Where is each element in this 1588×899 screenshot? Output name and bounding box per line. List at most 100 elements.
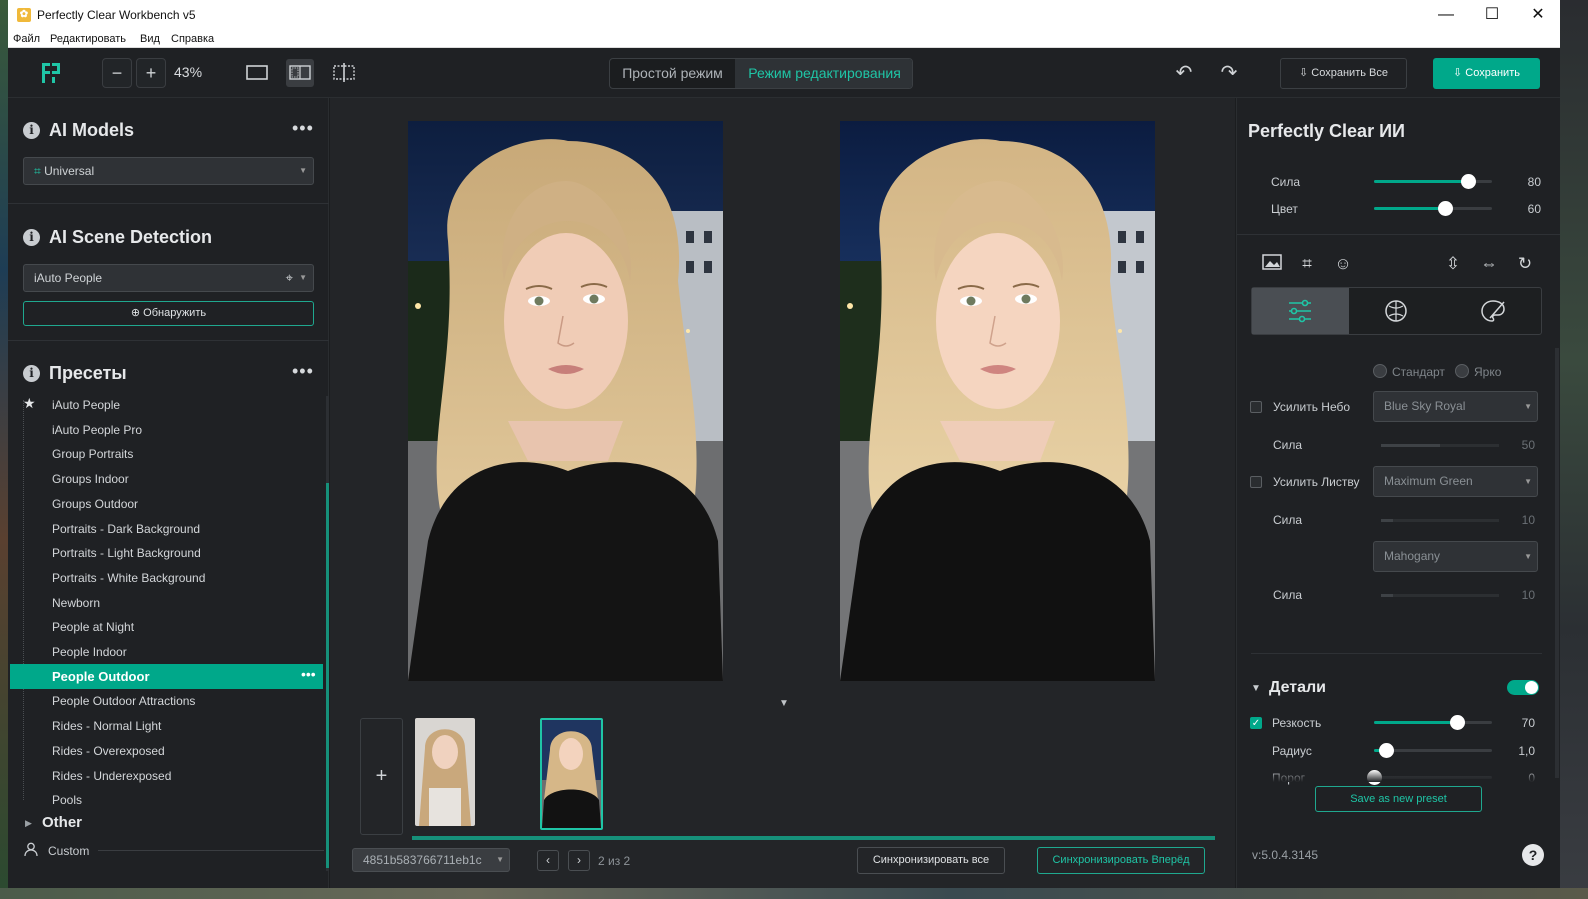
image-icon[interactable] <box>1261 253 1283 275</box>
preset-selected-label: People Outdoor <box>52 669 150 684</box>
save-button[interactable]: ⇩ Сохранить <box>1433 58 1540 89</box>
tab-adjustments[interactable] <box>1252 288 1349 334</box>
divider <box>1251 653 1542 654</box>
preset-item[interactable]: Group Portraits <box>52 447 133 461</box>
ai-models-menu-icon[interactable]: ••• <box>292 118 314 139</box>
other-group[interactable]: Other <box>42 814 82 831</box>
preset-item[interactable]: Portraits - Light Background <box>52 546 201 560</box>
filename-select[interactable]: 4851b583766711eb1c ▼ <box>352 848 510 872</box>
preset-item[interactable]: Newborn <box>52 596 100 610</box>
radio-standard[interactable]: Стандарт <box>1373 364 1445 379</box>
preset-item[interactable]: iAuto People <box>52 398 120 412</box>
menu-bar: Файл Редактировать Вид Справка <box>8 30 1560 48</box>
single-view-icon[interactable] <box>243 59 271 87</box>
flip-horizontal-icon[interactable]: ⇔ <box>1478 253 1500 275</box>
save-all-button[interactable]: ⇩ Сохранить Все <box>1280 58 1407 89</box>
minimize-button[interactable]: — <box>1423 0 1469 30</box>
right-scrollbar[interactable] <box>1555 348 1559 778</box>
original-photo[interactable] <box>408 121 723 681</box>
thumbnail-scrollbar[interactable] <box>412 836 1215 840</box>
preset-item[interactable]: Groups Outdoor <box>52 497 138 511</box>
sky-preset-select[interactable]: Blue Sky Royal ▼ <box>1373 391 1538 422</box>
preset-more-icon[interactable]: ••• <box>301 666 316 682</box>
thumbnail-2-selected[interactable] <box>540 718 603 830</box>
foliage-strength-slider[interactable] <box>1381 519 1499 522</box>
side-by-side-view-icon[interactable] <box>286 59 314 87</box>
ai-model-select[interactable]: ⌗ Universal ▼ <box>23 157 314 185</box>
face-icon[interactable]: ☺ <box>1332 253 1354 275</box>
info-icon[interactable]: i <box>23 365 40 382</box>
preset-item[interactable]: Pools <box>52 793 82 807</box>
color-slider[interactable] <box>1374 201 1492 216</box>
sharpness-handle[interactable] <box>1450 715 1465 730</box>
foliage-checkbox[interactable] <box>1250 476 1262 488</box>
radio-bright[interactable]: Ярко <box>1455 364 1501 379</box>
maximize-button[interactable]: ☐ <box>1469 0 1515 30</box>
save-label: Сохранить <box>1465 67 1520 79</box>
expand-arrow-icon[interactable]: ▶ <box>25 818 32 829</box>
edit-mode-tab[interactable]: Режим редактирования <box>735 59 912 88</box>
menu-edit[interactable]: Редактировать <box>50 33 126 45</box>
radius-handle[interactable] <box>1379 743 1394 758</box>
color-handle[interactable] <box>1438 201 1453 216</box>
save-preset-button[interactable]: Save as new preset <box>1315 786 1482 812</box>
sharpness-slider[interactable] <box>1374 715 1492 730</box>
next-image-button[interactable]: › <box>568 850 590 871</box>
menu-help[interactable]: Справка <box>171 33 214 45</box>
sky-strength-slider[interactable] <box>1381 444 1499 447</box>
crop-icon[interactable]: ⌗ <box>1296 253 1318 275</box>
tab-looks[interactable] <box>1446 288 1543 334</box>
third-preset-select[interactable]: Mahogany ▼ <box>1373 541 1538 572</box>
scroll-fade <box>1237 770 1560 782</box>
foliage-preset-select[interactable]: Maximum Green ▼ <box>1373 466 1538 497</box>
mode-switch: Простой режим Режим редактирования <box>609 58 913 89</box>
desktop-edge-left <box>0 0 8 899</box>
preset-item[interactable]: Groups Indoor <box>52 472 129 486</box>
preset-item[interactable]: Portraits - Dark Background <box>52 522 200 536</box>
add-image-button[interactable]: + <box>360 718 403 835</box>
rotate-icon[interactable]: ↻ <box>1514 253 1536 275</box>
edited-photo[interactable] <box>840 121 1155 681</box>
preset-selected-row[interactable]: People Outdoor ••• <box>10 664 323 689</box>
menu-view[interactable]: Вид <box>140 33 160 45</box>
collapse-arrow-icon[interactable]: ▼ <box>1251 683 1261 694</box>
thumbnail-1[interactable] <box>415 718 475 826</box>
sharpness-checkbox[interactable]: ✓ <box>1250 717 1262 729</box>
scene-select[interactable]: iAuto People ⌖ ▼ <box>23 264 314 292</box>
preset-item[interactable]: People Outdoor Attractions <box>52 694 195 708</box>
menu-file[interactable]: Файл <box>13 33 40 45</box>
prev-image-button[interactable]: ‹ <box>537 850 559 871</box>
presets-menu-icon[interactable]: ••• <box>292 361 314 382</box>
zoom-out-button[interactable]: − <box>102 58 132 88</box>
expand-thumbnails-icon[interactable]: ▼ <box>779 698 789 709</box>
simple-mode-tab[interactable]: Простой режим <box>610 59 735 88</box>
close-button[interactable]: ✕ <box>1515 0 1560 30</box>
sky-checkbox[interactable] <box>1250 401 1262 413</box>
third-strength-slider[interactable] <box>1381 594 1499 597</box>
preset-item[interactable]: Rides - Underexposed <box>52 769 171 783</box>
info-icon[interactable]: i <box>23 229 40 246</box>
radius-slider[interactable] <box>1374 743 1492 758</box>
preset-item[interactable]: People Indoor <box>52 645 127 659</box>
sync-forward-button[interactable]: Синхронизировать Вперёд <box>1037 847 1205 874</box>
detect-button[interactable]: ⊕ Обнаружить <box>23 301 314 326</box>
preset-item[interactable]: People at Night <box>52 620 134 634</box>
help-icon[interactable]: ? <box>1522 844 1544 866</box>
tab-effects[interactable] <box>1349 288 1446 334</box>
flip-vertical-icon[interactable]: ⇳ <box>1442 253 1464 275</box>
scrollbar-thumb[interactable] <box>326 483 329 868</box>
split-view-icon[interactable] <box>330 59 358 87</box>
strength-slider[interactable] <box>1374 174 1492 189</box>
preset-item[interactable]: Portraits - White Background <box>52 571 205 585</box>
sync-all-button[interactable]: Синхронизировать все <box>857 847 1005 874</box>
details-toggle[interactable] <box>1507 680 1539 695</box>
info-icon[interactable]: i <box>23 122 40 139</box>
preset-item[interactable]: iAuto People Pro <box>52 423 142 437</box>
redo-icon[interactable]: ↷ <box>1217 62 1241 86</box>
preset-item[interactable]: Rides - Normal Light <box>52 719 161 733</box>
preset-item[interactable]: Rides - Overexposed <box>52 744 165 758</box>
undo-icon[interactable]: ↶ <box>1172 62 1196 86</box>
zoom-in-button[interactable]: + <box>136 58 166 88</box>
strength-handle[interactable] <box>1461 174 1476 189</box>
custom-group[interactable]: Custom <box>48 844 89 858</box>
